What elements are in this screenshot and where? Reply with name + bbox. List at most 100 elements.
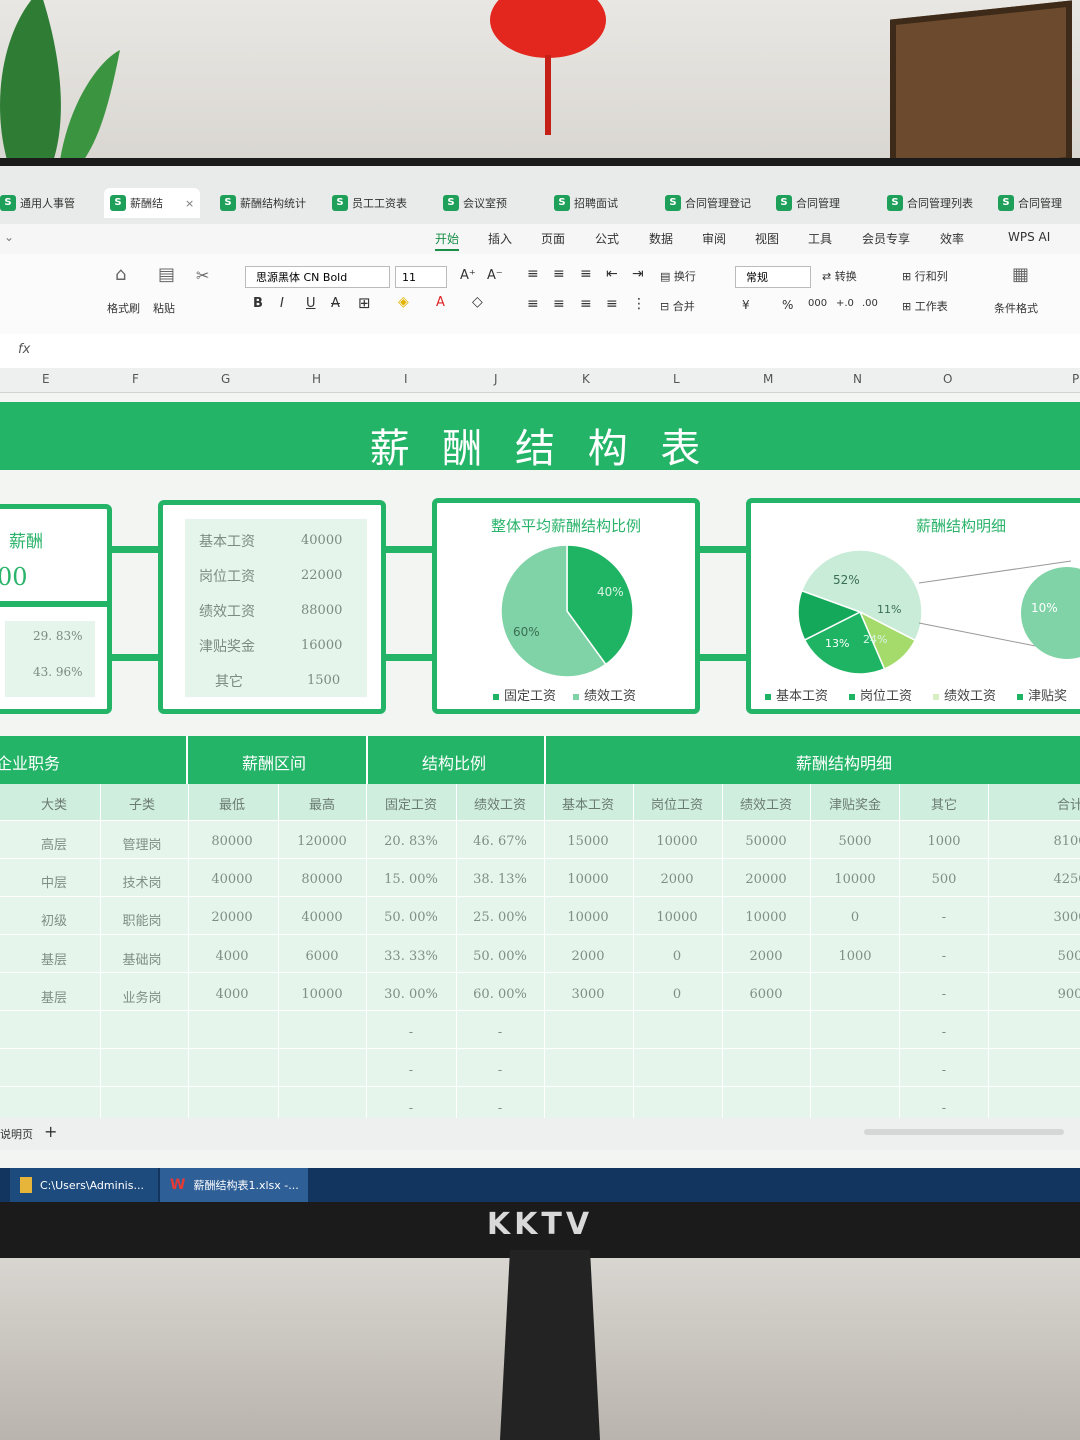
table-cell[interactable]: 15. 00% — [384, 872, 438, 887]
tab-doc-9[interactable]: S 合同管理列表 — [887, 188, 973, 218]
column-header[interactable]: N — [853, 372, 862, 386]
table-cell[interactable]: 80000 — [211, 834, 252, 849]
thousands-icon[interactable]: 000 — [808, 298, 827, 309]
chevron-down-icon[interactable]: ⌄ — [4, 230, 14, 244]
table-cell[interactable]: 中层 — [41, 872, 67, 891]
add-sheet-icon[interactable]: + — [44, 1122, 57, 1141]
rows-cols-button[interactable]: ⊞ 行和列 — [902, 268, 948, 284]
scissors-icon[interactable]: ✂ — [196, 266, 209, 285]
eraser-icon[interactable]: ◇ — [472, 294, 483, 310]
underline-icon[interactable]: U — [306, 296, 316, 311]
menu-insert[interactable]: 插入 — [488, 230, 512, 247]
font-color-icon[interactable]: A — [436, 295, 445, 310]
percent-icon[interactable]: % — [782, 298, 793, 312]
brush-icon[interactable]: ⌂ — [115, 264, 126, 285]
menu-home[interactable]: 开始 — [435, 230, 460, 251]
table-cell[interactable]: - — [942, 1101, 946, 1116]
column-header[interactable]: P — [1072, 372, 1079, 386]
table-cell[interactable]: 15000 — [567, 834, 608, 849]
align-middle-icon[interactable]: ≡ — [553, 266, 565, 282]
table-cell[interactable]: 900 — [1058, 987, 1080, 1002]
table-cell[interactable]: 业务岗 — [122, 987, 161, 1006]
table-cell[interactable]: 2000 — [660, 872, 693, 887]
paste-button[interactable]: 粘贴 — [153, 300, 175, 316]
close-icon[interactable]: × — [185, 197, 194, 210]
table-cell[interactable]: 基层 — [41, 987, 67, 1006]
justify-icon[interactable]: ≡ — [606, 296, 618, 312]
sheet-tab[interactable]: 说明页 — [0, 1126, 33, 1142]
table-cell[interactable]: 4250 — [1053, 872, 1080, 887]
table-cell[interactable]: 120000 — [297, 834, 347, 849]
number-format-select[interactable]: 常规 — [735, 266, 811, 288]
tab-doc-2[interactable]: S 薪酬结 × — [104, 188, 201, 218]
menu-wps-ai[interactable]: WPS AI — [1008, 230, 1050, 244]
table-cell[interactable]: 4000 — [215, 987, 248, 1002]
currency-icon[interactable]: ¥ — [742, 298, 750, 312]
table-cell[interactable]: 500 — [1058, 949, 1080, 964]
table-cell[interactable]: - — [942, 910, 946, 925]
column-header[interactable]: H — [312, 372, 321, 386]
tab-doc-7[interactable]: S 合同管理登记 — [665, 188, 751, 218]
table-cell[interactable]: 10000 — [656, 910, 697, 925]
column-header[interactable]: M — [763, 372, 773, 386]
taskbar-wps[interactable]: W 薪酬结构表1.xlsx -... — [160, 1168, 308, 1202]
table-cell[interactable]: 40000 — [211, 872, 252, 887]
table-cell[interactable]: 高层 — [41, 834, 67, 853]
worksheet-button[interactable]: ⊞ 工作表 — [902, 298, 948, 314]
table-cell[interactable]: - — [498, 1101, 502, 1116]
table-cell[interactable]: 管理岗 — [122, 834, 161, 853]
table-cell[interactable]: 6000 — [749, 987, 782, 1002]
table-cell[interactable]: 40000 — [301, 910, 342, 925]
table-cell[interactable]: 5000 — [838, 834, 871, 849]
align-center-icon[interactable]: ≡ — [553, 296, 565, 312]
font-shrink-icon[interactable]: A⁻ — [487, 268, 503, 283]
table-cell[interactable]: 基层 — [41, 949, 67, 968]
decrease-decimal-icon[interactable]: .00 — [862, 298, 878, 309]
tab-doc-1[interactable]: S 通用人事管 — [0, 188, 75, 218]
formula-bar[interactable]: fx — [0, 334, 1080, 369]
align-right-icon[interactable]: ≡ — [580, 296, 592, 312]
horizontal-scrollbar[interactable] — [864, 1129, 1064, 1135]
table-cell[interactable]: 10000 — [834, 872, 875, 887]
table-cell[interactable]: 20000 — [745, 872, 786, 887]
align-bottom-icon[interactable]: ≡ — [580, 266, 592, 282]
table-cell[interactable]: - — [942, 1025, 946, 1040]
strikethrough-icon[interactable]: A — [331, 296, 340, 311]
table-cell[interactable]: - — [942, 949, 946, 964]
table-cell[interactable]: 2000 — [749, 949, 782, 964]
table-cell[interactable]: 3000 — [571, 987, 604, 1002]
table-cell[interactable]: 50. 00% — [384, 910, 438, 925]
menu-formula[interactable]: 公式 — [595, 230, 619, 247]
table-cell[interactable]: 60. 00% — [473, 987, 527, 1002]
table-cell[interactable]: - — [942, 1063, 946, 1078]
table-cell[interactable]: 20. 83% — [384, 834, 438, 849]
tab-doc-5[interactable]: S 会议室预 — [443, 188, 507, 218]
tab-doc-8[interactable]: S 合同管理 — [776, 188, 840, 218]
table-cell[interactable]: 10000 — [745, 910, 786, 925]
column-header[interactable]: F — [132, 372, 139, 386]
italic-icon[interactable]: I — [280, 296, 284, 311]
table-cell[interactable]: 33. 33% — [384, 949, 438, 964]
table-cell[interactable]: 50. 00% — [473, 949, 527, 964]
table-cell[interactable]: 4000 — [215, 949, 248, 964]
table-cell[interactable]: - — [498, 1063, 502, 1078]
column-header[interactable]: K — [582, 372, 590, 386]
menu-review[interactable]: 审阅 — [702, 230, 726, 247]
table-cell[interactable]: 20000 — [211, 910, 252, 925]
table-cell[interactable]: - — [498, 1025, 502, 1040]
column-header[interactable]: L — [673, 372, 680, 386]
table-cell[interactable]: 职能岗 — [122, 910, 161, 929]
table-cell[interactable]: 0 — [673, 949, 681, 964]
tab-doc-3[interactable]: S 薪酬结构统计 — [220, 188, 306, 218]
column-header[interactable]: G — [221, 372, 230, 386]
table-cell[interactable]: 10000 — [656, 834, 697, 849]
taskbar-explorer[interactable]: C:\Users\Adminis... — [10, 1168, 158, 1202]
clipboard-icon[interactable]: ▤ — [158, 264, 175, 285]
table-cell[interactable]: 2000 — [571, 949, 604, 964]
font-grow-icon[interactable]: A⁺ — [460, 268, 476, 283]
table-cell[interactable]: 0 — [851, 910, 859, 925]
wrap-text-button[interactable]: ▤ 换行 — [660, 268, 696, 284]
table-cell[interactable]: - — [409, 1101, 413, 1116]
table-cell[interactable]: 10000 — [567, 872, 608, 887]
table-cell[interactable]: 500 — [932, 872, 957, 887]
